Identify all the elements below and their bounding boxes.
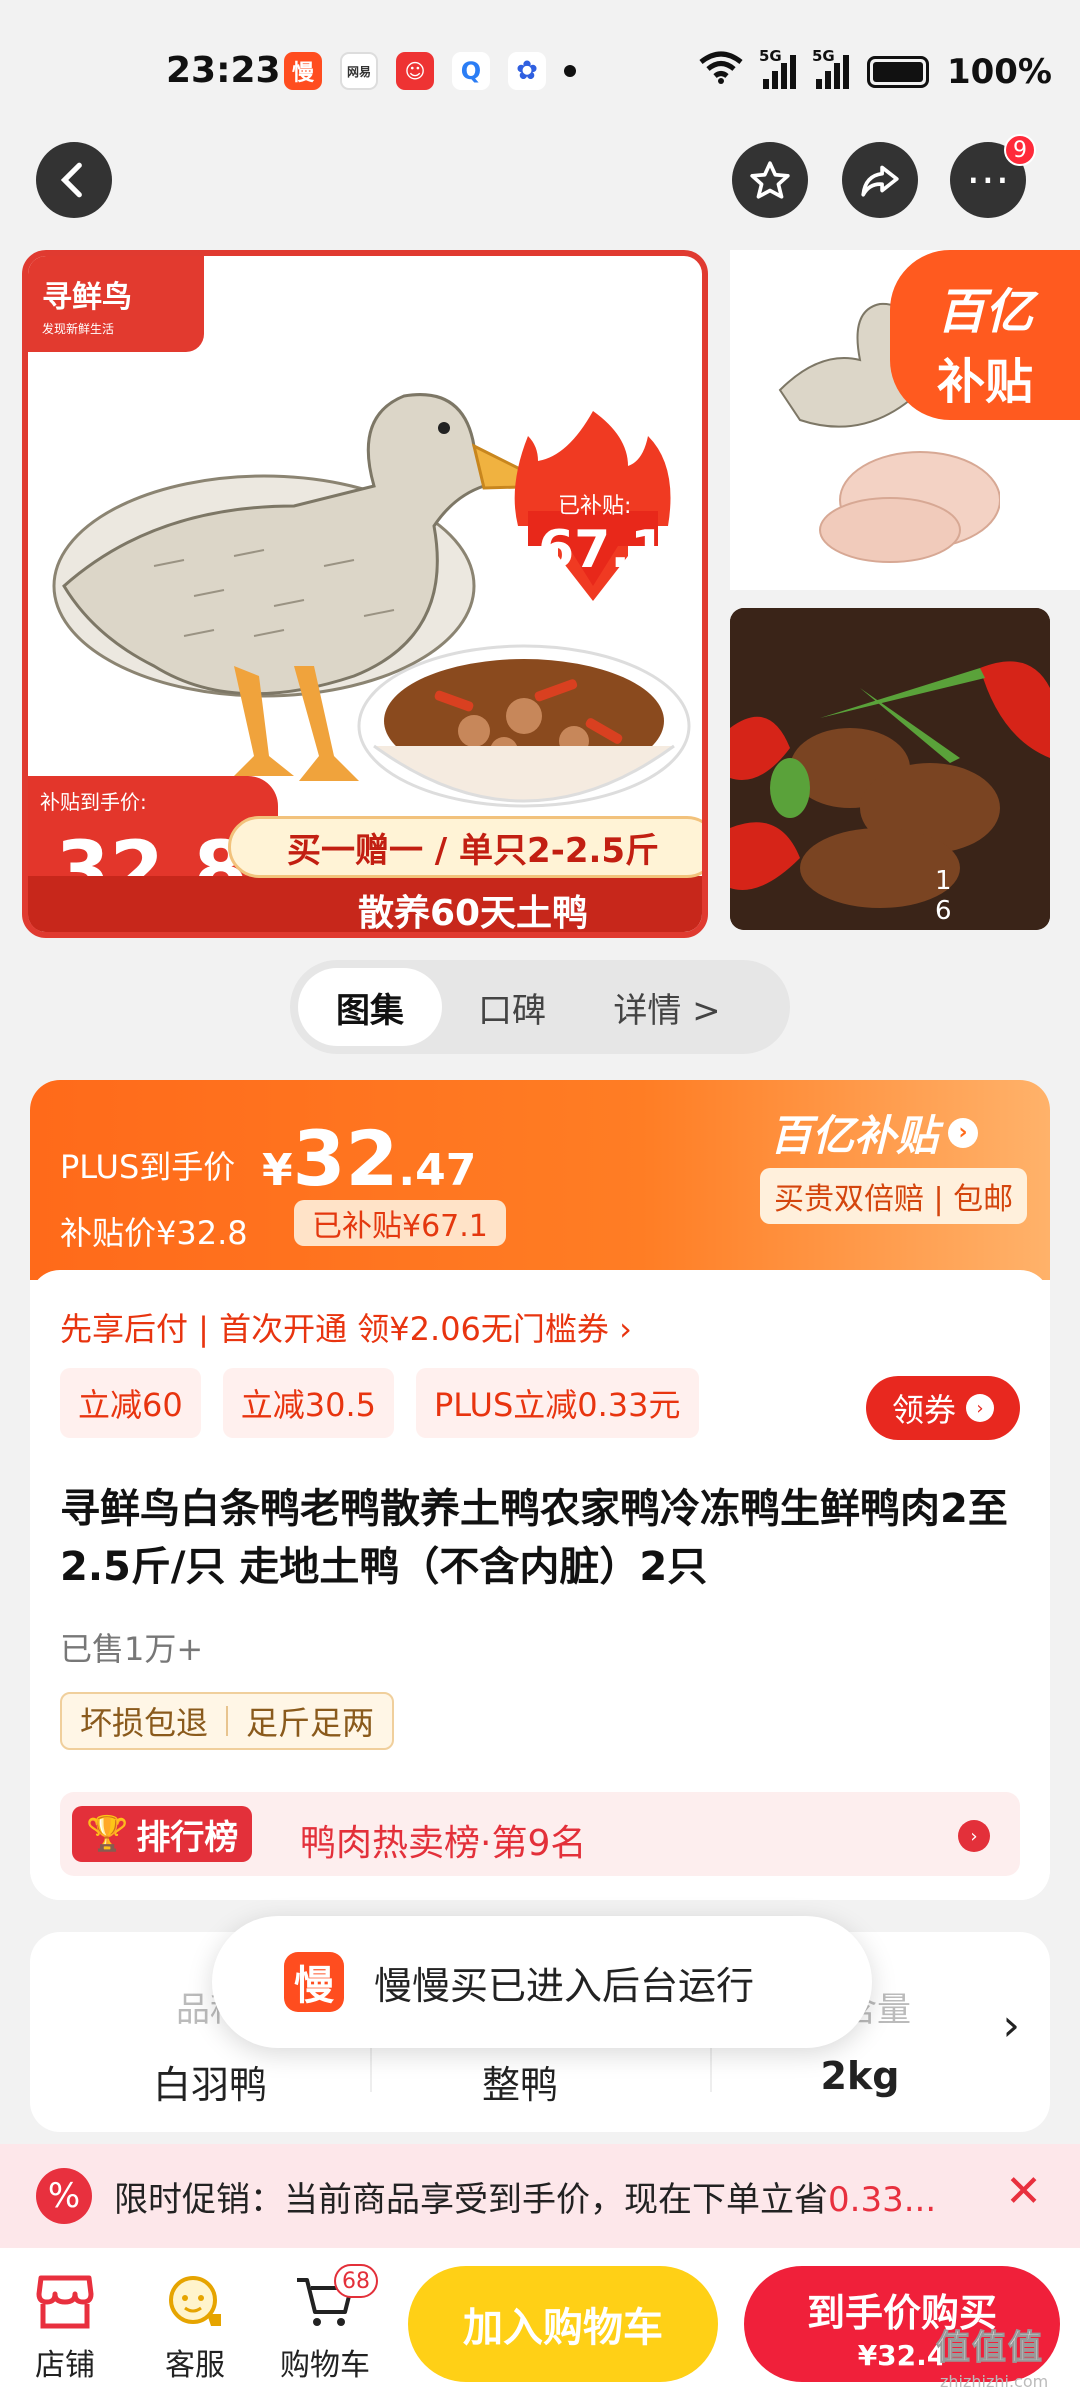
slow-buy-app-icon: 慢 <box>284 52 322 90</box>
offers-body: 先享后付 | 首次开通 领¥2.06无门槛券 › 立减60 立减30.5 PLU… <box>30 1270 1050 1900</box>
chevron-right-icon: › <box>958 1820 990 1852</box>
star-icon <box>750 161 790 199</box>
share-icon <box>861 165 899 197</box>
netease-app-icon: 网易 <box>340 52 378 90</box>
cart-count-badge: 68 <box>334 2264 378 2298</box>
watermark-url: zhizhizhi.com <box>940 2372 1049 2391</box>
subsidy-chip: 已补贴¥67.1 <box>294 1200 506 1246</box>
coupon-chip[interactable]: 立减60 <box>60 1368 201 1438</box>
shop-icon <box>10 2270 120 2334</box>
guarantee-badge: 买贵双倍赔 | 包邮 <box>760 1168 1028 1224</box>
image-gallery[interactable]: 寻鲜鸟 发现新鲜生活 已补贴: 67.1 补贴到手价: 32.8 买一赠一 / … <box>0 250 1080 940</box>
share-button[interactable] <box>842 142 918 218</box>
image-counter: 1 6 <box>935 866 982 926</box>
coupon-list: 立减60 立减30.5 PLUS立减0.33元 <box>60 1368 699 1438</box>
subsidy-value: 67.1 <box>538 520 667 580</box>
tab-gallery[interactable]: 图集 <box>298 968 442 1046</box>
shop-button[interactable]: 店铺 <box>10 2270 120 2384</box>
promo-text: 限时促销：当前商品享受到手价，现在下单立省0.33... <box>114 2180 937 2220</box>
brand-name: 寻鲜鸟 <box>42 280 132 315</box>
bottom-action-bar: 店铺 客服 购物车 68 加入购物车 到手价购买 ¥32.4 <box>0 2248 1080 2400</box>
chevron-right-icon: › <box>966 1394 994 1422</box>
ranking-bar[interactable]: 🏆 排行榜 鸭肉热卖榜·第9名 › <box>60 1792 1020 1876</box>
ranking-text: 鸭肉热卖榜·第9名 <box>300 1823 587 1864</box>
sold-count: 已售1万+ <box>60 1630 204 1668</box>
service-tag: 坏损包退 <box>80 1704 209 1742</box>
price-hero: PLUS到手价 ¥32.47 补贴价¥32.8 已补贴¥67.1 百亿补贴 › … <box>30 1080 1050 1280</box>
service-icon <box>140 2270 250 2334</box>
brand-slogan: 发现新鲜生活 <box>42 322 115 336</box>
more-dot-icon <box>564 65 576 77</box>
chevron-right-icon: › <box>948 1117 979 1148</box>
tab-details[interactable]: 详情 > <box>582 968 752 1046</box>
more-dots-icon: ⋯ <box>966 154 1010 205</box>
product-title: 寻鲜鸟白条鸭老鸭散养土鸭农家鸭冷冻鸭生鲜鸭肉2至2.5斤/只 走地土鸭（不含内脏… <box>60 1486 1008 1590</box>
battery-percent: 100% <box>946 51 1052 92</box>
service-tag: 足斤足两 <box>246 1704 375 1742</box>
subsidy-label: 已补贴: <box>558 494 632 519</box>
cart-button[interactable]: 购物车 68 <box>270 2264 380 2384</box>
coupon-chip[interactable]: PLUS立减0.33元 <box>416 1368 699 1438</box>
favorite-button[interactable] <box>732 142 808 218</box>
pay-later-link[interactable]: 先享后付 | 首次开通 领¥2.06无门槛券 › <box>60 1304 632 1350</box>
jd-app-icon: ☺ <box>396 52 434 90</box>
baidu-app-icon: ✿ <box>508 52 546 90</box>
price-card: PLUS到手价 ¥32.47 补贴价¥32.8 已补贴¥67.1 百亿补贴 › … <box>30 1080 1050 1900</box>
more-button[interactable]: ⋯ 9 <box>950 134 1036 218</box>
billion-subsidy-badge: 百亿 补贴 <box>890 250 1080 420</box>
status-time: 23:23 <box>166 50 281 91</box>
more-badge: 9 <box>1004 134 1036 166</box>
signal-icon-2: 5G <box>812 47 849 89</box>
background-toast: 慢 慢慢买已进入后台运行 <box>212 1916 872 2048</box>
price-caption: 补贴到手价: <box>40 790 147 814</box>
chevron-left-icon <box>60 162 82 198</box>
slow-buy-logo-icon: 慢 <box>284 1952 344 2012</box>
coupon-chip[interactable]: 立减30.5 <box>222 1368 394 1438</box>
battery-icon <box>866 55 929 88</box>
watermark: 值值值 <box>936 2328 1044 2369</box>
service-tags[interactable]: 坏损包退 足斤足两 <box>60 1692 395 1750</box>
wifi-icon <box>699 50 743 93</box>
get-coupon-button[interactable]: 领券 › <box>866 1376 1020 1440</box>
signal-icon-1: 5G <box>759 47 796 89</box>
plus-price-label: PLUS到手价 <box>60 1148 236 1186</box>
percent-icon: % <box>36 2168 92 2224</box>
plus-price: ¥32.47 <box>262 1114 477 1203</box>
search-app-icon: Q <box>452 52 490 90</box>
billion-subsidy-link[interactable]: 百亿补贴 › <box>770 1102 979 1163</box>
dish-illustration <box>357 644 691 808</box>
trophy-icon: 🏆 <box>86 1814 129 1854</box>
gallery-slogan: 散养60天土鸭 <box>357 893 589 934</box>
promo-strip[interactable]: % 限时促销：当前商品享受到手价，现在下单立省0.33... ✕ <box>0 2144 1080 2248</box>
add-to-cart-button[interactable]: 加入购物车 <box>408 2266 718 2382</box>
thumbnail-cooked-duck[interactable]: 1 6 <box>730 608 1050 930</box>
subsidy-price: 补贴价¥32.8 <box>60 1214 248 1252</box>
main-product-image[interactable]: 寻鲜鸟 发现新鲜生活 已补贴: 67.1 补贴到手价: 32.8 买一赠一 / … <box>22 250 708 938</box>
system-icons: 5G 5G 100% <box>699 47 1052 93</box>
toast-text: 慢慢买已进入后台运行 <box>374 1963 755 2008</box>
status-bar: 23:23 慢 网易 ☺ Q ✿ 5G 5G 100% <box>0 0 1080 140</box>
back-button[interactable] <box>36 142 112 218</box>
promo-banner: 买一赠一 / 单只2-2.5斤 <box>228 816 702 878</box>
close-icon[interactable]: ✕ <box>1005 2166 1042 2217</box>
tab-reviews[interactable]: 口碑 <box>442 968 582 1046</box>
content-tabs: 图集 口碑 详情 > <box>290 960 790 1054</box>
chevron-right-icon[interactable]: › <box>1002 2000 1020 2051</box>
customer-service-button[interactable]: 客服 <box>140 2270 250 2384</box>
ranking-badge: 🏆 排行榜 <box>72 1806 253 1862</box>
notification-icons: 慢 网易 ☺ Q ✿ <box>284 52 576 90</box>
